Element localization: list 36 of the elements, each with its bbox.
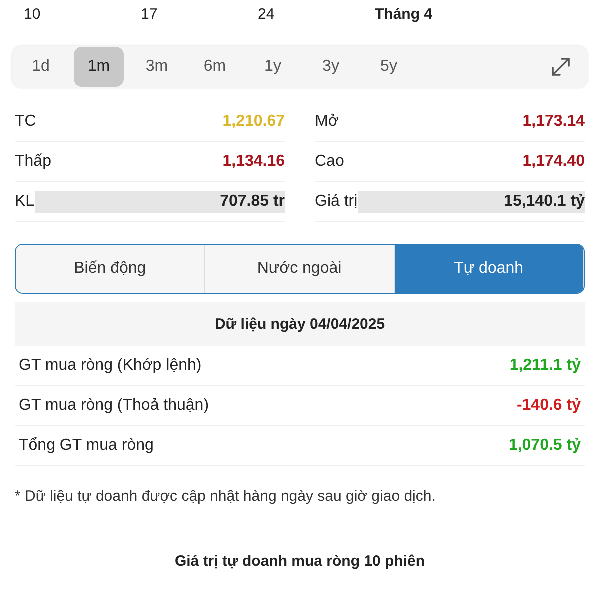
axis-label: 10 — [24, 6, 42, 22]
axis-label: Tháng 4 — [375, 6, 434, 22]
stat-value: 1,174.40 — [522, 152, 585, 170]
period-button[interactable]: 1m — [74, 47, 124, 87]
stat-label: Mở — [315, 112, 339, 130]
period-button[interactable]: 1d — [16, 47, 66, 87]
expand-icon[interactable] — [550, 56, 572, 78]
row-label: GT mua ròng (Khớp lệnh) — [19, 356, 202, 374]
axis-label: 24 — [258, 6, 276, 22]
date-header: Dữ liệu ngày 04/04/2025 — [15, 302, 585, 346]
tab[interactable]: Nước ngoài — [205, 245, 395, 293]
stat-value: 1,210.67 — [222, 112, 285, 130]
period-button[interactable]: 1y — [248, 47, 298, 87]
chart-title: Giá trị tự doanh mua ròng 10 phiên — [174, 553, 426, 570]
stat-value: 707.85 tr — [34, 190, 285, 212]
row-value: 1,070.5 tỷ — [508, 436, 581, 454]
stat-label: Cao — [315, 152, 344, 170]
row-label: GT mua ròng (Thoả thuận) — [19, 396, 210, 414]
stat-label: TC — [15, 112, 36, 130]
period-button[interactable]: 3m — [132, 47, 182, 87]
row-label: Tổng GT mua ròng — [19, 436, 154, 454]
stat-label: KL — [15, 192, 35, 210]
tab[interactable]: Tự doanh — [394, 245, 584, 293]
row-value: -140.6 tỷ — [516, 396, 581, 414]
stat-label: Giá trị — [315, 192, 358, 210]
tab[interactable]: Biến động — [16, 245, 206, 293]
stat-value: 1,173.14 — [522, 112, 585, 130]
stat-value: 1,134.16 — [222, 152, 285, 170]
period-button[interactable]: 5y — [364, 47, 414, 87]
period-button[interactable]: 3y — [306, 47, 356, 87]
stat-value: 15,140.1 tỷ — [358, 190, 585, 212]
footnote: * Dữ liệu tự doanh được cập nhật hàng ngày sau giờ giao dịch. — [15, 488, 437, 505]
stat-label: Thấp — [15, 152, 52, 170]
period-button[interactable]: 6m — [190, 47, 240, 87]
row-value: 1,211.1 tỷ — [510, 356, 581, 374]
axis-label: 17 — [141, 6, 159, 22]
